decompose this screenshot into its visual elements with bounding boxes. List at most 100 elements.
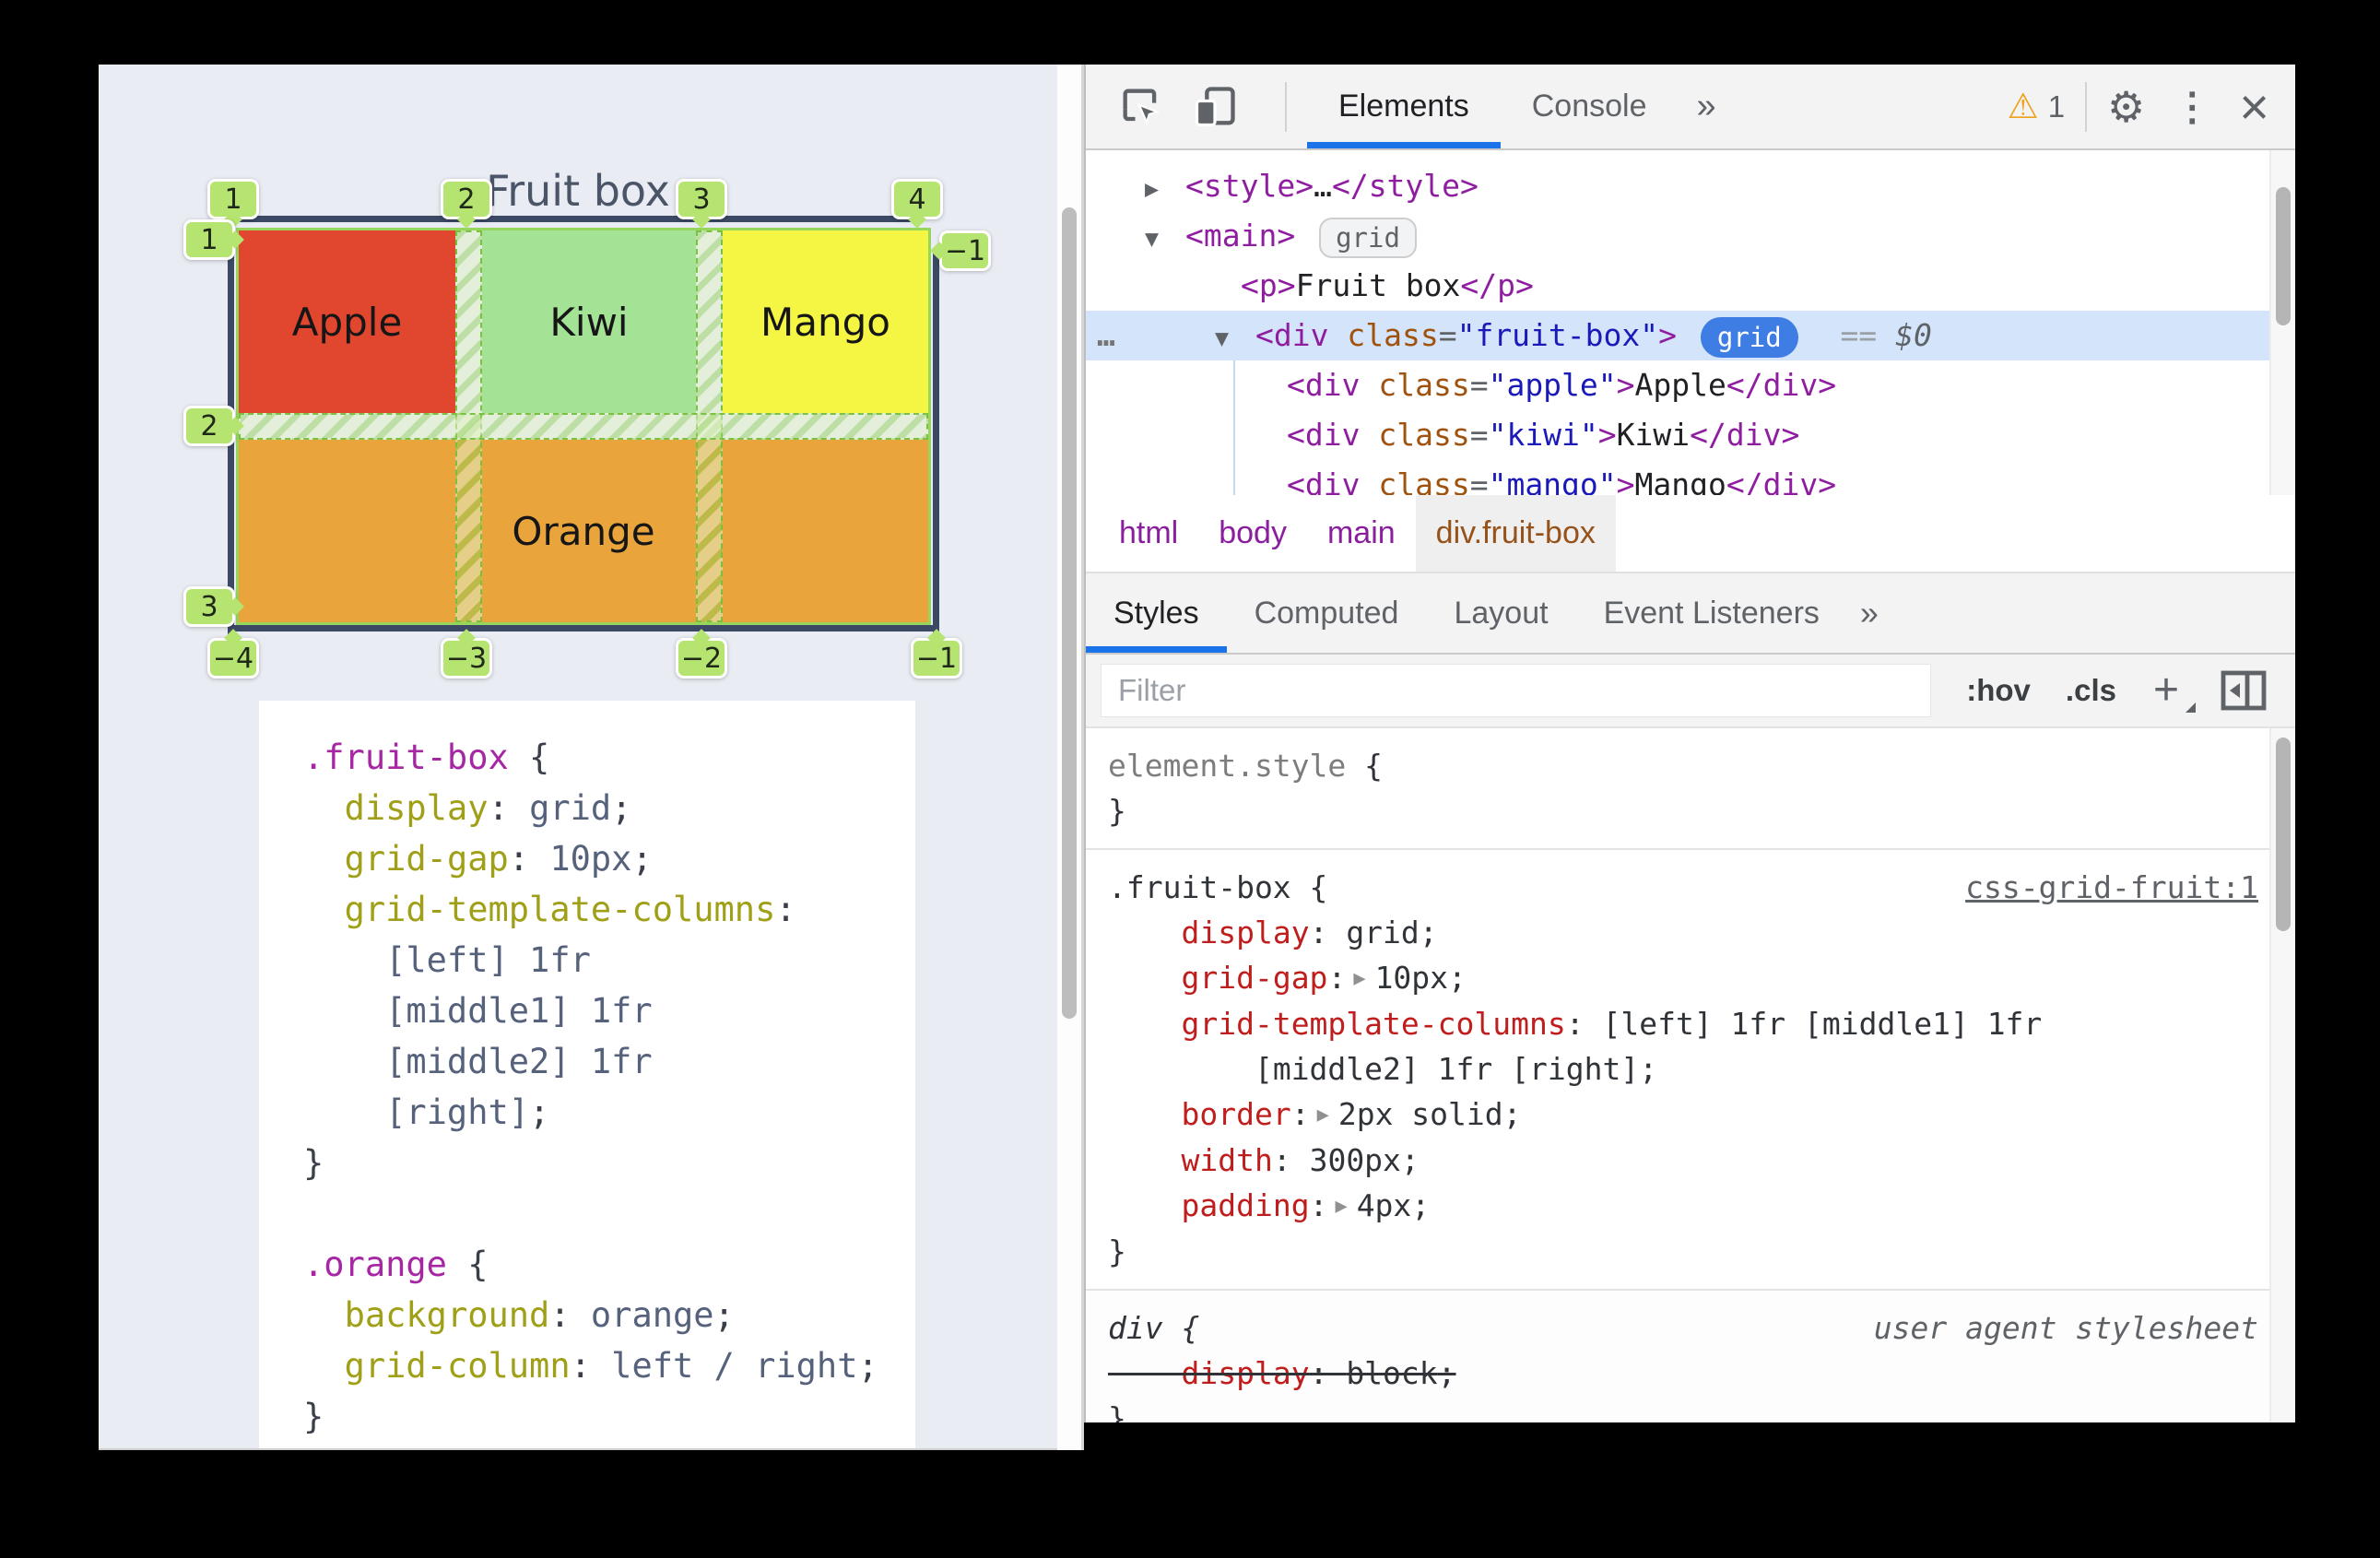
styles-filter-bar: :hov .cls + xyxy=(1086,655,2295,728)
style-line[interactable]: grid-gap: ▶ 10px; xyxy=(1108,955,2271,1001)
sidebar-tabs: Styles Computed Layout Event Listeners » xyxy=(1086,572,2295,655)
user-agent-rule-section: div {user agent stylesheet display: bloc… xyxy=(1086,1291,2271,1422)
device-toolbar-icon[interactable] xyxy=(1191,83,1239,131)
expand-toggle-icon[interactable]: ▼ xyxy=(1215,313,1255,363)
tab-elements[interactable]: Elements xyxy=(1307,65,1501,148)
computed-sidebar-toggle-icon[interactable] xyxy=(2220,669,2268,712)
toolbar-divider xyxy=(1285,81,1287,132)
inspect-element-icon[interactable] xyxy=(1117,83,1165,131)
toggle-hover-state-button[interactable]: :hov xyxy=(1966,673,2031,708)
page-scrollbar-thumb[interactable] xyxy=(1062,207,1077,1019)
style-line[interactable]: display: grid; xyxy=(1108,910,2271,955)
stylesheet-source-link[interactable]: css-grid-fruit:1 xyxy=(1965,865,2258,910)
code-line: grid-column: left / right; xyxy=(344,1346,878,1386)
dom-scrollbar[interactable] xyxy=(2269,150,2295,495)
style-line[interactable]: element.style { xyxy=(1108,743,2271,788)
styles-scrollbar-thumb[interactable] xyxy=(2276,738,2291,931)
style-line[interactable]: } xyxy=(1108,1396,2271,1422)
code-line: grid-gap: 10px; xyxy=(344,839,653,879)
browser-page: Fruit box Orange Apple Kiwi Mango 1 2 3 … xyxy=(99,65,1057,1450)
dom-tree-row[interactable]: <p>Fruit box</p> xyxy=(1086,261,2271,311)
code-line: [middle1] 1fr xyxy=(385,991,653,1031)
code-line: .fruit-box { xyxy=(303,738,550,777)
grid-line-badge: −1 xyxy=(939,230,991,271)
more-tabs-icon[interactable]: » xyxy=(1696,87,1715,126)
grid-line-badge: 1 xyxy=(183,219,235,260)
grid-line-badge: −1 xyxy=(911,638,962,679)
style-line[interactable]: div {user agent stylesheet xyxy=(1108,1305,2271,1351)
tab-layout[interactable]: Layout xyxy=(1426,573,1575,653)
breadcrumb-item-body[interactable]: body xyxy=(1198,495,1307,572)
element-style-section: element.style {} xyxy=(1086,728,2271,850)
warning-icon: ⚠ xyxy=(2007,88,2039,126)
styles-scrollbar[interactable] xyxy=(2269,728,2295,1422)
new-style-rule-button[interactable]: + xyxy=(2153,668,2197,713)
fruit-box-rule-section: .fruit-box {css-grid-fruit:1 display: gr… xyxy=(1086,850,2271,1291)
grid-line-badge: −2 xyxy=(676,638,727,679)
devtools-toolbar: Elements Console » ⚠ 1 ⚙ ⋮ × xyxy=(1086,65,2295,150)
grid-line-badge: 3 xyxy=(676,179,727,219)
close-icon[interactable]: × xyxy=(2239,80,2269,133)
style-line[interactable]: } xyxy=(1108,1229,2271,1274)
style-line[interactable]: display: block; xyxy=(1108,1351,2271,1396)
grid-line-badge: 4 xyxy=(891,179,943,219)
style-line[interactable]: } xyxy=(1108,788,2271,833)
grid-overlay-line-right xyxy=(933,249,939,656)
tab-computed[interactable]: Computed xyxy=(1227,573,1427,653)
settings-gear-icon[interactable]: ⚙ xyxy=(2107,82,2145,132)
style-line[interactable]: [middle2] 1fr [right]; xyxy=(1108,1046,2271,1092)
dom-scrollbar-thumb[interactable] xyxy=(2276,187,2291,325)
style-line[interactable]: width: 300px; xyxy=(1108,1138,2271,1183)
breadcrumb-item-html[interactable]: html xyxy=(1099,495,1198,572)
dom-tree-row[interactable]: ▶ <style>…</style> xyxy=(1086,161,2271,211)
toggle-classes-button[interactable]: .cls xyxy=(2066,673,2116,708)
devtools-panel: Elements Console » ⚠ 1 ⚙ ⋮ × ▶ <style>…</… xyxy=(1084,65,2295,1422)
more-sidebar-tabs-icon[interactable]: » xyxy=(1860,594,1879,632)
tab-event-listeners[interactable]: Event Listeners xyxy=(1576,573,1847,653)
dom-tree: ▶ <style>…</style> ▼ <main> grid <p>Fruit bo… xyxy=(1086,150,2271,495)
code-line: grid-template-columns: xyxy=(344,890,796,929)
kebab-menu-icon[interactable]: ⋮ xyxy=(2173,84,2211,129)
issues-counter[interactable]: ⚠ 1 xyxy=(2008,86,2065,127)
code-line: [middle2] 1fr xyxy=(385,1042,653,1081)
css-source-code: .fruit-box { display: grid; grid-gap: 10… xyxy=(259,701,915,1442)
grid-line-badge: −4 xyxy=(207,638,259,679)
style-line[interactable]: border: ▶ 2px solid; xyxy=(1108,1092,2271,1138)
code-line: } xyxy=(303,1397,324,1436)
dom-tree-row[interactable]: … ▼ <div class="fruit-box"> grid == $0 xyxy=(1086,311,2271,360)
warning-count: 1 xyxy=(2047,89,2066,124)
grid-line-badge: 2 xyxy=(183,406,235,446)
grid-overlay-line-bottom xyxy=(228,625,939,631)
dom-tree-row[interactable]: ▼ <main> grid xyxy=(1086,211,2271,261)
dom-tree-row[interactable]: <div class="apple">Apple</div> xyxy=(1086,360,2271,410)
grid-line-badge: 2 xyxy=(441,179,492,219)
breadcrumb-item-fruit-box[interactable]: div.fruit-box xyxy=(1415,495,1616,572)
rule-origin-label: user agent stylesheet xyxy=(1873,1310,2258,1346)
style-line[interactable]: grid-template-columns: [left] 1fr [middl… xyxy=(1108,1001,2271,1046)
page-scrollbar[interactable] xyxy=(1057,65,1084,1450)
grid-badge[interactable]: grid xyxy=(1700,316,1798,358)
style-line[interactable]: .fruit-box {css-grid-fruit:1 xyxy=(1108,865,2271,910)
code-line: display: grid; xyxy=(344,788,632,828)
expand-toggle-icon[interactable]: ▼ xyxy=(1145,214,1185,264)
styles-pane: element.style {} .fruit-box {css-grid-fr… xyxy=(1086,728,2271,1422)
tab-styles[interactable]: Styles xyxy=(1086,573,1227,653)
style-line[interactable]: padding: ▶ 4px; xyxy=(1108,1183,2271,1229)
code-line: .orange { xyxy=(303,1245,489,1284)
dom-tree-row[interactable]: <div class="mango">Mango</div> xyxy=(1086,460,2271,495)
expand-toggle-icon[interactable]: ▶ xyxy=(1145,164,1185,214)
grid-outline xyxy=(236,228,931,625)
code-line: [left] 1fr xyxy=(385,940,591,980)
tab-console[interactable]: Console xyxy=(1501,65,1679,148)
filter-input[interactable] xyxy=(1101,664,1932,717)
breadcrumb-item-main[interactable]: main xyxy=(1307,495,1416,572)
grid-badge[interactable]: grid xyxy=(1319,217,1417,258)
css-code-card: .fruit-box { display: grid; grid-gap: 10… xyxy=(259,701,915,1448)
toolbar-divider xyxy=(2085,81,2088,132)
dom-tree-row[interactable]: <div class="kiwi">Kiwi</div> xyxy=(1086,410,2271,460)
grid-overlay-line-top xyxy=(228,216,914,222)
grid-line-badge: −3 xyxy=(441,638,492,679)
overflow-dots-icon[interactable]: … xyxy=(1097,311,1118,360)
code-line: background: orange; xyxy=(344,1295,735,1335)
breadcrumb: html body main div.fruit-box xyxy=(1086,495,2295,572)
